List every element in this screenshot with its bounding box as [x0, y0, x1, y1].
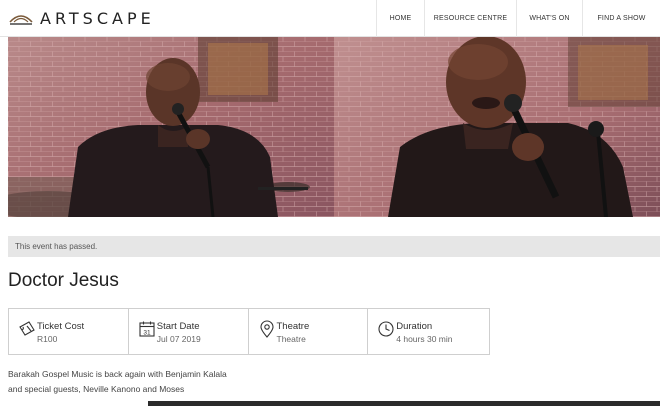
- nav-whats-on[interactable]: WHAT'S ON: [516, 0, 582, 37]
- ticket-cost-label: Ticket Cost: [37, 321, 85, 332]
- taskbar-edge: [148, 401, 660, 406]
- nav-home[interactable]: HOME: [376, 0, 424, 37]
- nav-resource-centre[interactable]: RESOURCE CENTRE: [424, 0, 516, 37]
- clock-icon: [378, 321, 394, 337]
- main-nav: HOME RESOURCE CENTRE WHAT'S ON FIND A SH…: [376, 0, 660, 37]
- info-duration: Duration 4 hours 30 min: [368, 309, 489, 354]
- event-hero-image: [8, 37, 660, 217]
- artscape-logo[interactable]: ARTSCAPE: [8, 7, 155, 29]
- ticket-cost-value: R100: [37, 334, 58, 344]
- logo-mark-icon: [9, 15, 33, 25]
- calendar-icon: 31: [139, 321, 155, 337]
- event-info-panel: Ticket Cost R100 31 Start Date Jul 07 20…: [8, 308, 490, 355]
- start-date-label: Start Date: [156, 321, 200, 332]
- description-line: Barakah Gospel Music is back again with …: [8, 369, 227, 379]
- theatre-value: Theatre: [276, 334, 306, 344]
- logo-text: ARTSCAPE: [40, 8, 155, 28]
- hero-photo: [8, 37, 660, 217]
- location-pin-icon: [259, 320, 274, 338]
- info-start-date: 31 Start Date Jul 07 2019: [129, 309, 249, 354]
- info-theatre: Theatre Theatre: [249, 309, 369, 354]
- start-date-value: Jul 07 2019: [156, 334, 201, 344]
- top-navigation-bar: ARTSCAPE HOME RESOURCE CENTRE WHAT'S ON …: [0, 0, 660, 37]
- duration-label: Duration: [396, 321, 433, 332]
- event-description: Barakah Gospel Music is back again with …: [8, 367, 308, 397]
- nav-find-a-show[interactable]: FIND A SHOW: [582, 0, 660, 37]
- duration-value: 4 hours 30 min: [396, 334, 453, 344]
- event-title: Doctor Jesus: [8, 270, 119, 291]
- svg-text:31: 31: [143, 330, 151, 337]
- description-line: and special guests, Neville Kanono and M…: [8, 384, 185, 394]
- info-ticket-cost: Ticket Cost R100: [9, 309, 129, 354]
- event-passed-notice: This event has passed.: [8, 236, 660, 257]
- ticket-icon: [19, 321, 35, 336]
- theatre-label: Theatre: [276, 321, 310, 332]
